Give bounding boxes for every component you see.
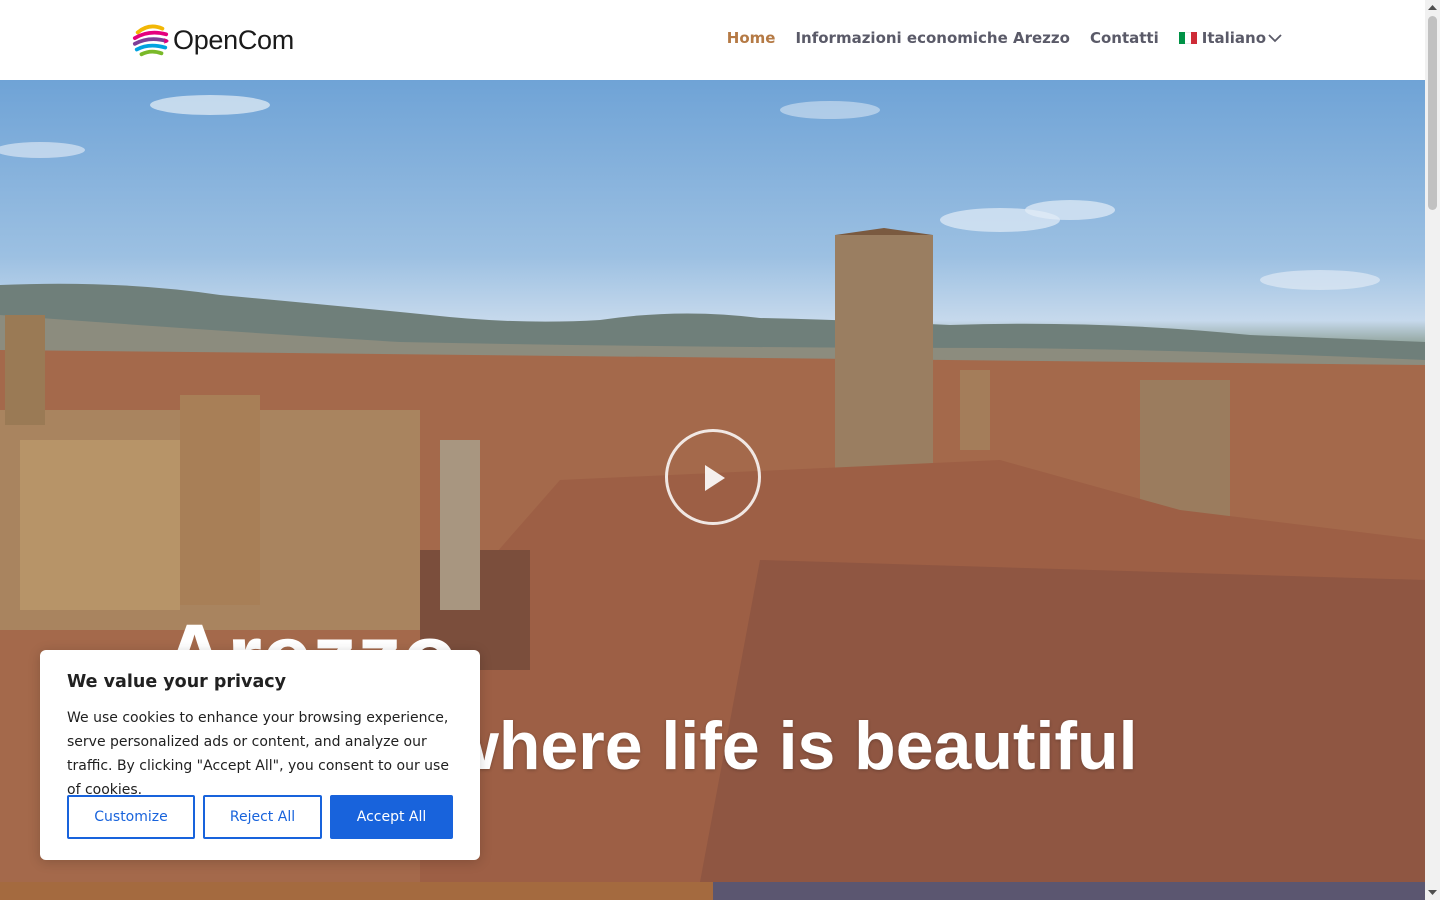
italy-flag-icon bbox=[1178, 32, 1197, 44]
language-label: Italiano bbox=[1201, 29, 1266, 47]
hero-subtitle: where life is beautiful bbox=[446, 708, 1138, 784]
cookie-consent-banner: We value your privacy We use cookies to … bbox=[40, 650, 480, 860]
cookie-buttons: Customize Reject All Accept All bbox=[67, 795, 461, 839]
page-scrollbar[interactable] bbox=[1425, 0, 1440, 900]
nav-home[interactable]: Home bbox=[727, 29, 776, 47]
site-header: OpenCom Home Informazioni economiche Are… bbox=[0, 0, 1425, 80]
nav-contatti[interactable]: Contatti bbox=[1090, 29, 1159, 47]
play-video-button[interactable] bbox=[665, 429, 761, 525]
nav-informazioni-economiche[interactable]: Informazioni economiche Arezzo bbox=[795, 29, 1070, 47]
cookie-text: We use cookies to enhance your browsing … bbox=[67, 710, 449, 798]
scroll-up-arrow-icon[interactable] bbox=[1428, 3, 1437, 13]
scrollbar-thumb[interactable] bbox=[1428, 16, 1437, 210]
logo-text: OpenCom bbox=[173, 24, 294, 55]
play-icon bbox=[705, 465, 725, 491]
main-nav: Home Informazioni economiche Arezzo Cont… bbox=[707, 29, 1282, 47]
bottom-bar-left bbox=[0, 882, 713, 900]
language-switcher[interactable]: Italiano bbox=[1178, 29, 1282, 47]
scroll-down-arrow-icon[interactable] bbox=[1428, 887, 1437, 897]
bottom-bar-right bbox=[713, 882, 1425, 900]
customize-button[interactable]: Customize bbox=[67, 795, 195, 839]
opencom-logo-icon bbox=[132, 24, 170, 57]
reject-all-button[interactable]: Reject All bbox=[203, 795, 322, 839]
accept-all-button[interactable]: Accept All bbox=[330, 795, 453, 839]
site-logo[interactable]: OpenCom bbox=[132, 20, 294, 60]
chevron-down-icon bbox=[1268, 34, 1282, 43]
cookie-title: We value your privacy bbox=[67, 672, 287, 692]
